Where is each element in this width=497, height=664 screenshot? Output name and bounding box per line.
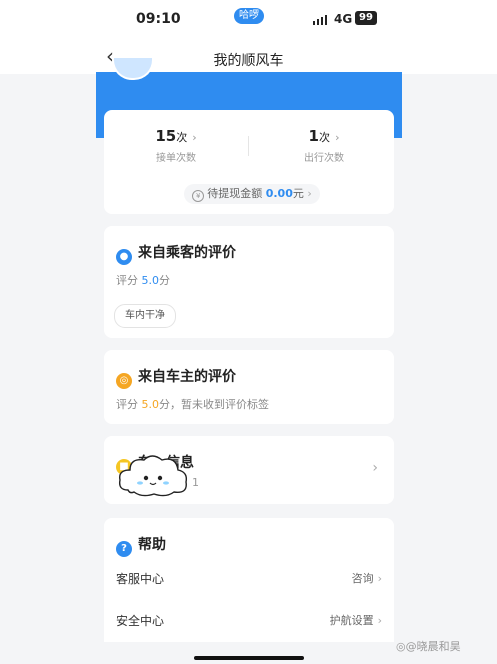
battery-icon: 99: [355, 11, 377, 25]
driver-rating: 5.0: [141, 398, 160, 411]
stat-trips[interactable]: 1次 › 出行次数: [264, 126, 384, 164]
driver-review-card: ◎ 来自车主的评价 评分 5.0分，暂未收到评价标签: [104, 350, 394, 424]
rating-label: 评分: [116, 398, 138, 411]
vehicle-fragment: 1: [192, 476, 199, 489]
page-title: 我的顺风车: [213, 53, 284, 69]
driver-title: 来自车主的评价: [138, 369, 236, 385]
accept-count: 15: [155, 127, 177, 145]
wallet-label: 待提现金额: [207, 187, 263, 200]
status-time: 09:10: [136, 11, 181, 27]
wallet-amount: 0.00: [265, 187, 293, 200]
watermark: ◎@晓晨和昊: [396, 640, 461, 653]
review-tag: 车内干净: [114, 304, 176, 328]
cloud-sticker-icon: [118, 455, 188, 497]
chevron-right-icon: ›: [335, 131, 340, 144]
help-row-service[interactable]: 客服中心 咨询 ›: [116, 570, 382, 587]
chevron-right-icon: ›: [377, 614, 382, 627]
help-card: ? 帮助 客服中心 咨询 › 安全中心 护航设置 ›: [104, 518, 394, 642]
driver-rating-suffix: 分，暂未收到评价标签: [159, 398, 269, 411]
chevron-right-icon: ›: [192, 131, 197, 144]
signal-icon: [313, 15, 327, 25]
chevron-right-icon: ›: [377, 572, 382, 585]
nav-bar: ‹ 我的顺风车: [0, 38, 497, 74]
help-row-action: 护航设置: [329, 614, 374, 627]
chevron-right-icon: ›: [372, 460, 378, 476]
help-icon: ?: [116, 541, 132, 557]
coin-icon: ¥: [192, 190, 205, 202]
passenger-icon: ●: [116, 249, 132, 265]
home-indicator[interactable]: [194, 656, 304, 660]
passenger-review-card: ● 来自乘客的评价 评分 5.0分 车内干净: [104, 226, 394, 338]
passenger-rating: 5.0: [141, 274, 160, 287]
help-row-label: 客服中心: [116, 572, 165, 586]
app-pill: 哈啰: [234, 8, 264, 24]
help-row-action: 咨询: [351, 572, 374, 585]
wallet-unit: 元: [292, 187, 304, 200]
driver-icon: ◎: [116, 373, 132, 389]
accept-label: 接单次数: [156, 153, 196, 164]
stat-accept[interactable]: 15次 › 接单次数: [116, 126, 236, 164]
chevron-right-icon: ›: [307, 187, 312, 200]
trips-label: 出行次数: [304, 153, 344, 164]
stats-card: 15次 › 接单次数 1次 › 出行次数 ¥ 待提现金额 0.00元 ›: [104, 110, 394, 214]
trips-unit: 次: [318, 131, 330, 144]
help-row-safety[interactable]: 安全中心 护航设置 ›: [116, 612, 382, 629]
network-type: 4G: [334, 12, 353, 26]
rating-unit: 分: [159, 274, 170, 287]
rating-label: 评分: [116, 274, 138, 287]
divider: [248, 136, 249, 156]
passenger-title: 来自乘客的评价: [138, 245, 236, 261]
accept-unit: 次: [176, 131, 188, 144]
trips-count: 1: [308, 127, 319, 145]
status-bar: 09:10 哈啰 4G 99: [0, 0, 497, 38]
help-title: 帮助: [138, 537, 166, 553]
help-row-label: 安全中心: [116, 614, 165, 628]
wallet-button[interactable]: ¥ 待提现金额 0.00元 ›: [184, 184, 320, 204]
